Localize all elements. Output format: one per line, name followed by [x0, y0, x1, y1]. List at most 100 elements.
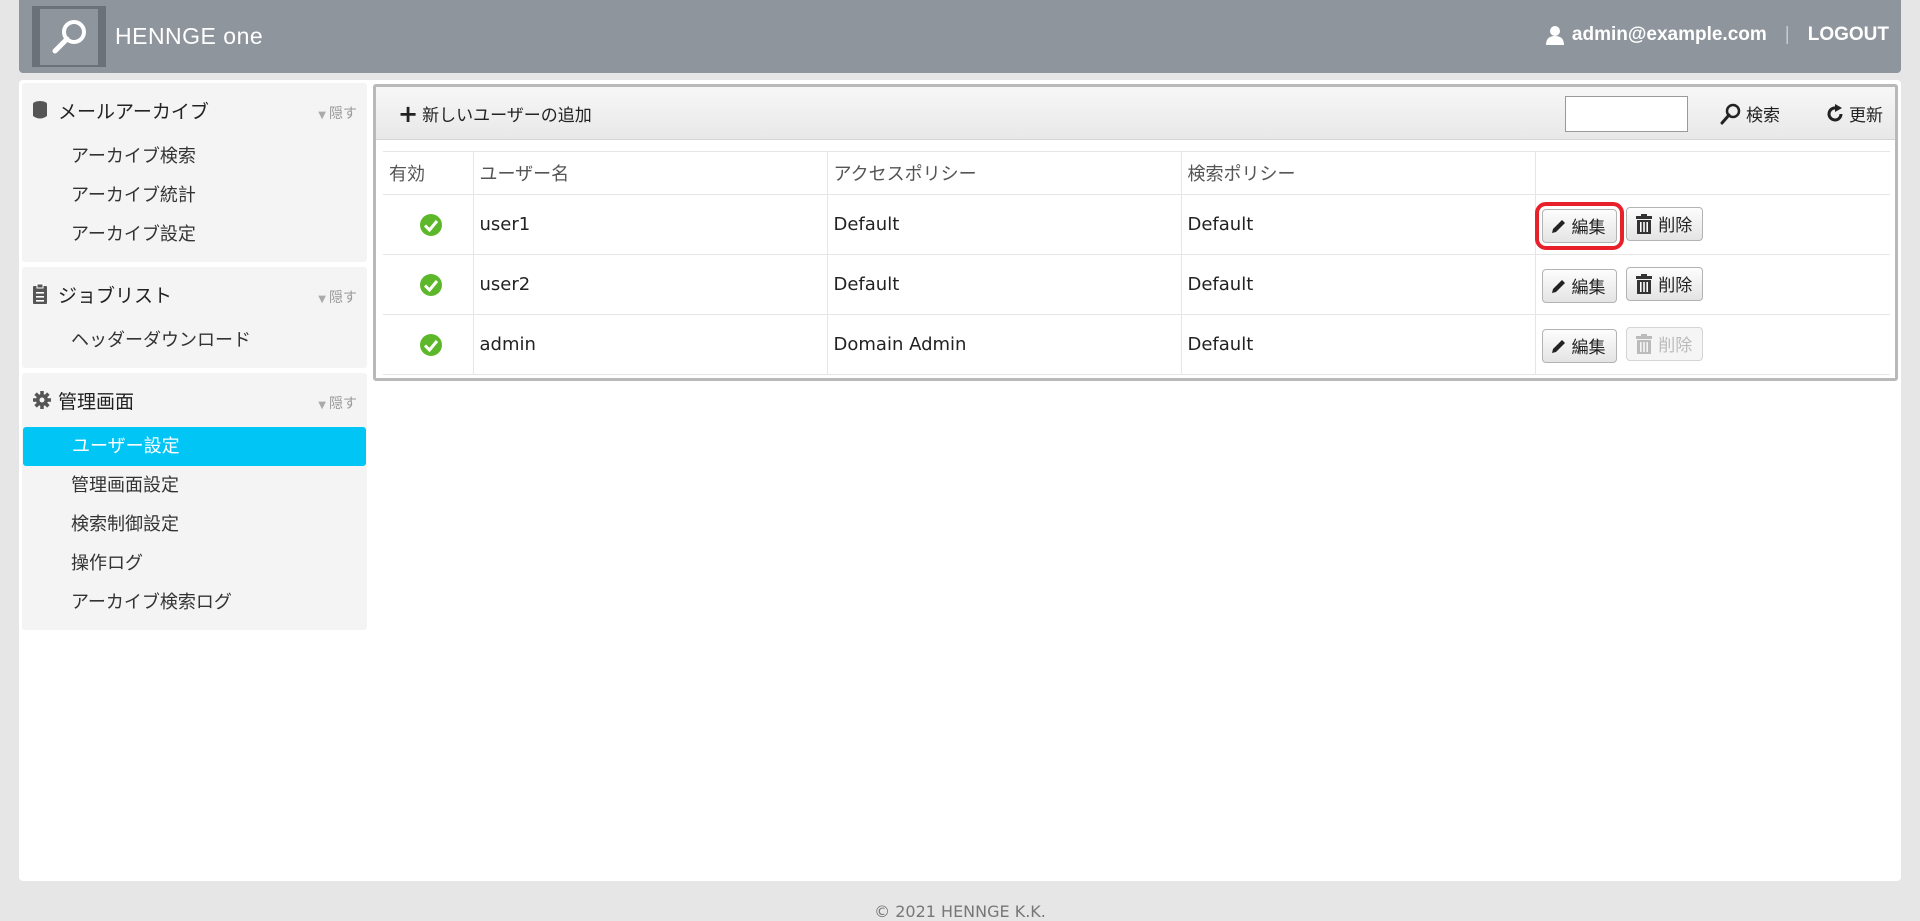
brand-name: HENNGE one: [115, 23, 264, 49]
toolbar: + 新しいユーザーの追加 検索 更新: [376, 87, 1895, 140]
sidebar-group-job-list: ジョブリスト ▼ 隠す ヘッダーダウンロード: [22, 267, 367, 368]
delete-button[interactable]: 削除: [1626, 266, 1704, 301]
sidebar-group-header: メールアーカイブ ▼ 隠す: [22, 83, 367, 137]
trash-icon: [1636, 273, 1653, 294]
col-search-policy: 検索ポリシー: [1181, 151, 1536, 195]
enabled-cell: [383, 194, 474, 255]
pencil-icon: [1551, 339, 1565, 353]
hide-label: 隠す: [329, 290, 357, 306]
delete-label: 削除: [1658, 336, 1693, 356]
edit-button[interactable]: 編集: [1541, 268, 1617, 303]
database-icon: [32, 99, 52, 121]
sidebar-item-operation-log[interactable]: 操作ログ: [22, 544, 367, 583]
delete-label: 削除: [1658, 276, 1693, 296]
sidebar-group-mail-archive: メールアーカイブ ▼ 隠す アーカイブ検索 アーカイブ統計 アーカイブ設定: [22, 83, 367, 262]
sidebar-item-archive-search-log[interactable]: アーカイブ検索ログ: [22, 583, 367, 622]
hide-label: 隠す: [329, 106, 357, 122]
users-table: 有効 ユーザー名 アクセスポリシー 検索ポリシー user1 Default D…: [383, 151, 1890, 375]
check-circle-icon: [419, 273, 442, 296]
edit-label: 編集: [1571, 278, 1606, 298]
check-circle-icon: [419, 213, 442, 236]
pencil-icon: [1551, 279, 1565, 293]
edit-button[interactable]: 編集: [1534, 201, 1624, 250]
gear-icon: [32, 389, 52, 411]
clipboard-icon: [32, 283, 52, 305]
pencil-icon: [1551, 219, 1565, 233]
username-cell: admin: [473, 314, 828, 375]
sidebar-group-title: メールアーカイブ: [58, 100, 209, 123]
actions-cell: 編集 削除: [1535, 314, 1890, 375]
sidebar-item-search-control[interactable]: 検索制御設定: [22, 505, 367, 544]
add-user-button[interactable]: + 新しいユーザーの追加: [398, 99, 592, 128]
access-policy-cell: Default: [827, 194, 1182, 255]
sidebar-group-title: ジョブリスト: [58, 284, 173, 307]
add-user-label: 新しいユーザーの追加: [422, 106, 592, 126]
sidebar-item-user-settings[interactable]: ユーザー設定: [23, 427, 366, 466]
refresh-label: 更新: [1849, 106, 1883, 126]
username-cell: user1: [473, 194, 828, 255]
search-button[interactable]: 検索: [1720, 101, 1780, 126]
col-enabled: 有効: [383, 151, 474, 195]
edit-button[interactable]: 編集: [1541, 328, 1617, 363]
edit-label: 編集: [1571, 338, 1606, 358]
triangle-down-icon: ▼: [318, 110, 326, 121]
sidebar-item-archive-stats[interactable]: アーカイブ統計: [22, 176, 367, 215]
refresh-icon: [1827, 103, 1843, 121]
triangle-down-icon: ▼: [318, 294, 326, 305]
actions-cell: 編集 削除: [1535, 254, 1890, 315]
search-input[interactable]: [1565, 96, 1688, 132]
sidebar-group-header: 管理画面 ▼ 隠す: [22, 373, 367, 427]
copyright-text: © 2021 HENNGE K.K.: [874, 902, 1046, 921]
col-actions: [1535, 151, 1890, 195]
sidebar-group-title: 管理画面: [58, 390, 135, 413]
sidebar-item-archive-settings[interactable]: アーカイブ設定: [22, 215, 367, 254]
search-policy-cell: Default: [1181, 314, 1536, 375]
delete-label: 削除: [1658, 216, 1693, 236]
search-policy-cell: Default: [1181, 194, 1536, 255]
sidebar: メールアーカイブ ▼ 隠す アーカイブ検索 アーカイブ統計 アーカイブ設定 ジョブ…: [22, 83, 367, 635]
users-panel: + 新しいユーザーの追加 検索 更新 有効 ユーザー名 アクセスポリシー 検索ポ…: [373, 84, 1898, 381]
access-policy-cell: Domain Admin: [827, 314, 1182, 375]
table-row: user1 Default Default 編集 削除: [383, 194, 1890, 255]
enabled-cell: [383, 254, 474, 315]
logout-link[interactable]: LOGOUT: [1808, 24, 1889, 46]
trash-icon: [1636, 213, 1653, 234]
delete-button: 削除: [1626, 326, 1704, 361]
access-policy-cell: Default: [827, 254, 1182, 315]
hide-label: 隠す: [329, 396, 357, 412]
plus-icon: +: [398, 99, 419, 128]
triangle-down-icon: ▼: [318, 400, 326, 411]
edit-label: 編集: [1571, 218, 1606, 238]
search-policy-cell: Default: [1181, 254, 1536, 315]
col-access-policy: アクセスポリシー: [827, 151, 1182, 195]
search-icon: [1720, 103, 1741, 124]
sidebar-group-header: ジョブリスト ▼ 隠す: [22, 267, 367, 321]
user-email[interactable]: admin@example.com: [1572, 24, 1767, 46]
username-cell: user2: [473, 254, 828, 315]
sidebar-group-admin: 管理画面 ▼ 隠す ユーザー設定 管理画面設定 検索制御設定 操作ログ アーカイブ…: [22, 373, 367, 630]
check-circle-icon: [419, 333, 442, 356]
hide-toggle[interactable]: ▼ 隠す: [318, 287, 357, 307]
refresh-button[interactable]: 更新: [1825, 101, 1883, 126]
header-separator: |: [1784, 24, 1790, 45]
logo[interactable]: [32, 6, 106, 67]
main-content: メールアーカイブ ▼ 隠す アーカイブ検索 アーカイブ統計 アーカイブ設定 ジョブ…: [19, 80, 1901, 881]
top-header: HENNGE one admin@example.com | LOGOUT: [19, 0, 1901, 73]
footer: © 2021 HENNGE K.K.: [0, 902, 1920, 921]
actions-cell: 編集 削除: [1534, 194, 1890, 255]
sidebar-item-admin-settings[interactable]: 管理画面設定: [22, 466, 367, 505]
table-row: admin Domain Admin Default 編集 削除: [383, 314, 1890, 375]
col-username: ユーザー名: [473, 151, 828, 195]
search-label: 検索: [1746, 106, 1780, 126]
table-header-row: 有効 ユーザー名 アクセスポリシー 検索ポリシー: [383, 151, 1890, 195]
hide-toggle[interactable]: ▼ 隠す: [318, 103, 357, 123]
search-logo-icon: [52, 19, 86, 53]
hide-toggle[interactable]: ▼ 隠す: [318, 393, 357, 413]
enabled-cell: [383, 314, 474, 375]
delete-button[interactable]: 削除: [1626, 206, 1704, 241]
sidebar-item-archive-search[interactable]: アーカイブ検索: [22, 137, 367, 176]
trash-icon: [1636, 333, 1653, 354]
sidebar-item-header-download[interactable]: ヘッダーダウンロード: [22, 321, 367, 360]
table-row: user2 Default Default 編集 削除: [383, 254, 1890, 315]
user-area: admin@example.com | LOGOUT: [1545, 24, 1889, 46]
